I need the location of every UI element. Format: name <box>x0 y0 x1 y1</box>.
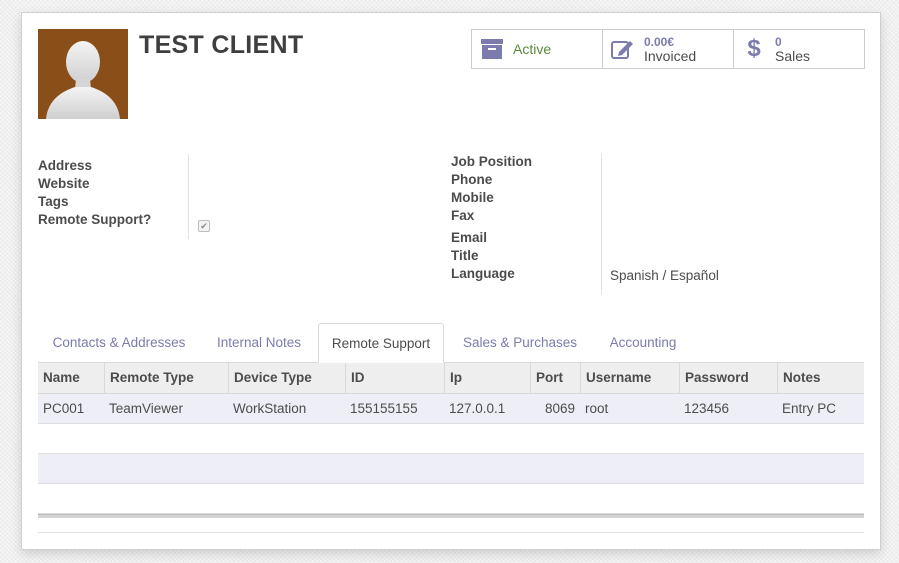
page-title: TEST CLIENT <box>139 31 304 59</box>
cell-username: root <box>585 401 609 416</box>
cell-notes: Entry PC <box>782 401 837 416</box>
job-position-label: Job Position <box>451 154 532 169</box>
avatar-placeholder-icon <box>46 41 120 119</box>
invoiced-button[interactable]: 0.00€ Invoiced <box>603 30 734 68</box>
empty-row <box>38 454 864 484</box>
pencil-edit-icon <box>611 37 635 61</box>
phone-label: Phone <box>451 172 493 187</box>
column-header-remote-type[interactable]: Remote Type <box>104 363 228 393</box>
table-header: Name Remote Type Device Type ID Ip Port … <box>38 362 864 394</box>
invoiced-label: Invoiced <box>644 48 697 64</box>
empty-row <box>38 484 864 514</box>
table-footer-spacer <box>38 518 864 533</box>
active-toggle-button[interactable]: Active <box>472 30 603 68</box>
column-header-username[interactable]: Username <box>580 363 679 393</box>
avatar[interactable] <box>38 29 128 119</box>
column-header-notes[interactable]: Notes <box>777 363 864 393</box>
sales-value: 0 <box>775 35 782 49</box>
cell-password: 123456 <box>684 401 730 416</box>
left-field-divider <box>188 154 189 239</box>
language-value[interactable]: Spanish / Español <box>610 268 719 283</box>
notebook-tabs: Contacts & Addresses Internal Notes Remo… <box>38 323 864 363</box>
column-header-password[interactable]: Password <box>679 363 777 393</box>
cell-name: PC001 <box>43 401 85 416</box>
dollar-icon: $ <box>747 35 761 62</box>
form-sheet: TEST CLIENT Active 0.00€ Invoiced $ 0 Sa… <box>21 12 881 550</box>
column-header-ip[interactable]: Ip <box>444 363 530 393</box>
remote-support-label: Remote Support? <box>38 212 152 227</box>
cell-port: 8069 <box>544 401 575 416</box>
cell-device-type: WorkStation <box>233 401 307 416</box>
fax-label: Fax <box>451 208 475 223</box>
tab-internal-notes[interactable]: Internal Notes <box>204 323 314 363</box>
tab-remote-support[interactable]: Remote Support <box>318 323 444 363</box>
cell-ip: 127.0.0.1 <box>449 401 506 416</box>
stat-buttons: Active 0.00€ Invoiced $ 0 Sales <box>471 29 865 69</box>
remote-support-table: Name Remote Type Device Type ID Ip Port … <box>38 362 864 533</box>
website-label: Website <box>38 176 90 191</box>
column-header-name[interactable]: Name <box>38 363 104 393</box>
archive-box-icon <box>480 37 504 61</box>
tab-contacts-addresses[interactable]: Contacts & Addresses <box>38 323 200 363</box>
table-row[interactable]: PC001 TeamViewer WorkStation 155155155 1… <box>38 394 864 424</box>
cell-remote-type: TeamViewer <box>109 401 184 416</box>
email-label: Email <box>451 230 488 245</box>
address-label: Address <box>38 158 93 173</box>
column-header-id[interactable]: ID <box>345 363 444 393</box>
title-label: Title <box>451 248 479 263</box>
active-label: Active <box>513 41 552 57</box>
column-header-device-type[interactable]: Device Type <box>228 363 345 393</box>
sales-label: Sales <box>775 48 811 64</box>
invoiced-value: 0.00€ <box>644 35 675 49</box>
column-header-port[interactable]: Port <box>530 363 580 393</box>
tags-label: Tags <box>38 194 69 209</box>
tab-accounting[interactable]: Accounting <box>598 323 688 363</box>
cell-id: 155155155 <box>350 401 418 416</box>
tab-sales-purchases[interactable]: Sales & Purchases <box>448 323 592 363</box>
remote-support-checkbox[interactable]: ✔ <box>198 220 210 232</box>
right-field-divider <box>601 154 602 294</box>
sales-button[interactable]: $ 0 Sales <box>734 30 864 68</box>
empty-row <box>38 424 864 454</box>
language-label: Language <box>451 266 515 281</box>
mobile-label: Mobile <box>451 190 494 205</box>
